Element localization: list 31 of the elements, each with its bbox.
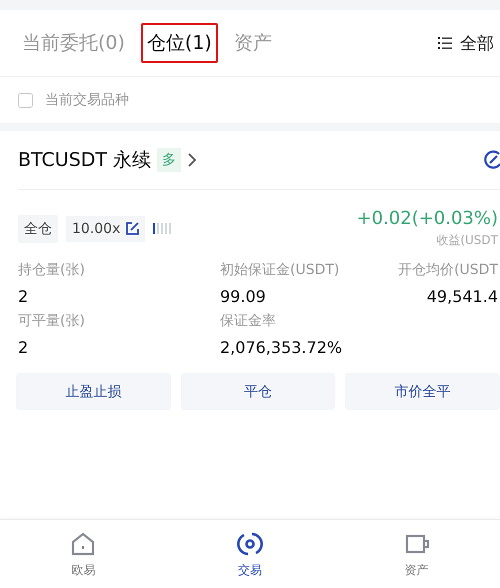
checkbox[interactable]: [18, 92, 33, 108]
pnl-value: +0.02(+0.03%): [356, 208, 498, 229]
field-value: 99.09: [220, 287, 266, 306]
pnl-label: 收益(USDT: [436, 232, 498, 249]
nav-item[interactable]: 资产: [333, 520, 500, 588]
risk-meter-icon: [153, 223, 172, 234]
field-value: 49,541.4: [426, 287, 498, 306]
field-value: 2: [18, 338, 28, 357]
symbol-title: BTCUSDT 永续: [18, 148, 152, 173]
sync-icon: [236, 530, 264, 558]
side-tag: 多: [157, 148, 182, 172]
list-icon: [438, 37, 452, 49]
chevron-right-icon[interactable]: [187, 153, 198, 167]
action-button[interactable]: 止盈止损: [16, 373, 171, 410]
field-label: 可平量(张): [18, 312, 85, 330]
field-label: 初始保证金(USDT): [220, 261, 340, 279]
field-label: 开仓均价(USDT: [398, 261, 498, 279]
edit-icon: [126, 222, 140, 235]
action-button[interactable]: 平仓: [180, 373, 336, 410]
field-value: 2: [18, 287, 28, 306]
action-button[interactable]: 市价全平: [345, 373, 500, 410]
field-label: 保证金率: [220, 312, 276, 330]
leverage-button[interactable]: 10.00x: [66, 216, 146, 242]
margin-mode-tag: 全仓: [18, 214, 58, 242]
nav-item[interactable]: 欧易: [0, 520, 167, 588]
filter-button[interactable]: 全部: [432, 30, 500, 56]
field-label: 持仓量(张): [18, 261, 85, 279]
nav-item[interactable]: 交易: [166, 520, 334, 588]
field-value: 2,076,353.72%: [220, 338, 342, 357]
tab[interactable]: 仓位(1): [140, 23, 218, 63]
checkbox-label: 当前交易品种: [45, 91, 129, 109]
